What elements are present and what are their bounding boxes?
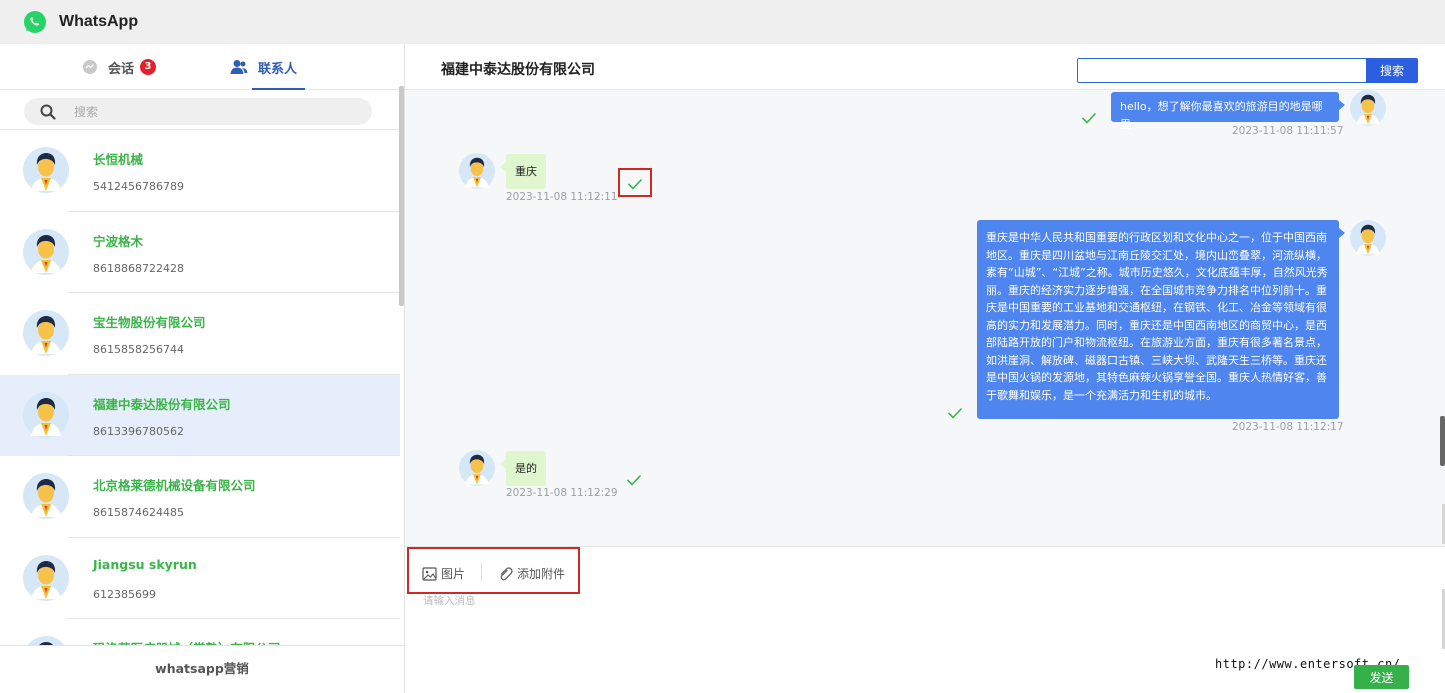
message-composer: 图片 添加附件 http://www.entersoft.cn/ 发送: [405, 546, 1445, 693]
contacts-icon: [230, 60, 248, 74]
avatar: [23, 310, 69, 356]
top-bar: WhatsApp: [0, 0, 1445, 44]
message-bubble-outgoing: hello，想了解你最喜欢的旅游目的地是哪里: [1111, 92, 1345, 131]
message-bubble-outgoing: 重庆是中华人民共和国重要的行政区划和文化中心之一，位于中国西南地区。重庆是四川盆…: [977, 220, 1345, 419]
send-button[interactable]: 发送: [1354, 665, 1409, 689]
avatar: [23, 229, 69, 275]
contact-name: 长恒机械: [93, 152, 144, 167]
contact-phone: 8615874624485: [93, 506, 184, 519]
whatsapp-logo-icon: [24, 11, 46, 33]
chat-bubble-icon: [83, 60, 97, 74]
delivered-check-icon: [1081, 112, 1097, 124]
chat-title: 福建中泰达股份有限公司: [441, 62, 595, 78]
avatar: [23, 473, 69, 519]
contact-phone: 8615858256744: [93, 343, 184, 356]
message-timestamp: 2023-11-08 11:12:17: [1232, 421, 1344, 433]
tab-conversations[interactable]: 会话 3: [82, 44, 157, 90]
avatar: [459, 450, 495, 486]
message-timestamp: 2023-11-08 11:11:57: [1232, 125, 1344, 137]
contact-item[interactable]: 北京格莱德机械设备有限公司 8615874624485: [0, 456, 400, 538]
message-search-button[interactable]: 搜索: [1366, 58, 1418, 83]
delivered-check-icon: [947, 407, 963, 419]
message-timestamp: 2023-11-08 11:12:29: [506, 487, 618, 499]
sidebar: 会话 3 联系人 长恒机械 5412456786789 宁波格木 8618868722…: [0, 44, 405, 693]
contact-phone: 8613396780562: [93, 424, 184, 438]
chat-header: 福建中泰达股份有限公司 搜索: [405, 44, 1445, 90]
avatar: [23, 147, 69, 193]
delivered-check-icon: [626, 474, 642, 486]
whatsapp-marketing-link[interactable]: whatsapp营销: [0, 645, 404, 693]
contact-item[interactable]: 福建中泰达股份有限公司 8613396780562: [0, 374, 400, 456]
message-input[interactable]: [423, 593, 1423, 653]
contact-name: 宝生物股份有限公司: [93, 315, 206, 330]
contact-phone: 5412456786789: [93, 180, 184, 193]
contact-item[interactable]: 宝生物股份有限公司 8615858256744: [0, 293, 400, 375]
message-bubble-incoming: 重庆: [500, 154, 546, 189]
avatar: [1350, 90, 1386, 126]
search-icon: [40, 104, 56, 120]
avatar: [1350, 220, 1386, 256]
contact-item[interactable]: Jiangsu skyrun 612385699: [0, 538, 400, 619]
contact-search-input[interactable]: [74, 104, 334, 119]
contact-search-box: [24, 98, 372, 125]
contact-list: 长恒机械 5412456786789 宁波格木 8618868722428 宝生物股份有…: [0, 130, 400, 647]
sidebar-tabs: 会话 3 联系人: [0, 44, 404, 90]
contact-name: 北京格莱德机械设备有限公司: [93, 478, 256, 493]
message-scrollbar-handle[interactable]: [1440, 416, 1445, 466]
message-timestamp: 2023-11-08 11:12:11: [506, 191, 618, 203]
contact-item[interactable]: 玛洛芬医疗器械（常熟）有限公司: [0, 619, 400, 647]
contact-name: 宁波格木: [93, 233, 144, 249]
tab-conversations-label: 会话: [108, 61, 135, 77]
contact-search-bar: [0, 90, 404, 130]
contact-phone: 8618868722428: [93, 261, 184, 275]
contact-list-scrollbar[interactable]: [399, 86, 404, 306]
avatar: [23, 392, 69, 438]
highlight-box: [618, 168, 652, 197]
contact-item[interactable]: 宁波格木 8618868722428: [0, 212, 400, 293]
message-bubble-incoming: 是的: [500, 451, 546, 486]
contact-name: 福建中泰达股份有限公司: [93, 396, 231, 412]
app-title: WhatsApp: [59, 13, 139, 30]
contact-item[interactable]: 长恒机械 5412456786789: [0, 130, 400, 212]
chat-panel: 福建中泰达股份有限公司 搜索 hello，想了解你最喜欢的旅游目的地是哪里 20…: [405, 44, 1445, 693]
contact-phone: 612385699: [93, 587, 156, 601]
avatar: [23, 555, 69, 601]
contact-name: Jiangsu skyrun: [93, 556, 197, 572]
tab-contacts-label: 联系人: [258, 61, 298, 77]
highlight-box: [407, 547, 580, 594]
message-area: hello，想了解你最喜欢的旅游目的地是哪里 2023-11-08 11:11:…: [405, 90, 1445, 546]
avatar: [459, 153, 495, 189]
message-search-input[interactable]: [1077, 58, 1367, 83]
unread-badge: 3: [140, 59, 157, 75]
tab-contacts[interactable]: 联系人: [230, 44, 306, 90]
